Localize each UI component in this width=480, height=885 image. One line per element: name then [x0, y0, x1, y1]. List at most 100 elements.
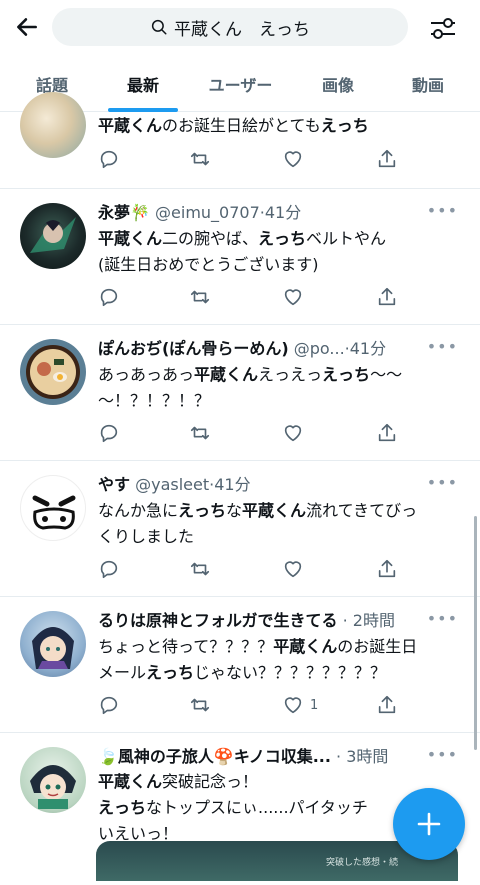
like-button[interactable] — [282, 147, 304, 171]
tweet-actions — [98, 421, 398, 445]
tab-videos[interactable]: 動画 — [388, 56, 468, 112]
search-settings-button[interactable] — [426, 12, 460, 44]
reply-icon — [100, 696, 118, 715]
retweet-button[interactable] — [188, 421, 212, 445]
like-button[interactable] — [282, 421, 304, 445]
reply-icon — [100, 424, 118, 443]
tweet-text: あっあっあっ平蔵くんえっえっえっち〜〜 〜！？！？！？ — [98, 365, 403, 410]
compose-plus-icon — [417, 812, 441, 836]
tab-people[interactable]: ユーザー — [193, 56, 288, 112]
tweet-text: ちょっと待って？？？？平蔵くんのお誕生日 メールえっちじゃない？？？？？？？？ — [98, 637, 418, 682]
retweet-icon — [190, 152, 210, 166]
retweet-button[interactable] — [188, 693, 212, 717]
reply-button[interactable] — [98, 421, 120, 445]
more-icon[interactable]: ••• — [427, 201, 458, 220]
more-icon[interactable]: ••• — [427, 609, 458, 628]
tweet[interactable]: 平蔵くんのお誕生日絵がとてもえっち — [0, 92, 480, 189]
share-button[interactable] — [376, 421, 398, 445]
tweet-header: るりは原神とフォルガで生きてる · 2時間 — [98, 611, 395, 630]
avatar[interactable] — [20, 475, 86, 541]
display-name[interactable]: 🍃風神の子旅人🍄キノコ収集... — [98, 747, 331, 766]
share-icon — [378, 149, 396, 168]
handle[interactable]: @eimu_0707 — [155, 203, 260, 222]
compose-tweet-button[interactable] — [393, 788, 465, 860]
avatar[interactable] — [20, 92, 86, 158]
like-button[interactable] — [282, 557, 304, 581]
avatar[interactable] — [20, 611, 86, 677]
search-input[interactable]: 平蔵くん えっち — [52, 8, 408, 46]
like-count: 1 — [310, 697, 319, 713]
avatar[interactable] — [20, 747, 86, 813]
tweet-actions — [98, 285, 398, 309]
share-button[interactable] — [376, 147, 398, 171]
retweet-button[interactable] — [188, 557, 212, 581]
tweet[interactable]: 永夢🎋 @eimu_0707·41分 ••• 平蔵くん二の腕やば、えっちベルトや… — [0, 189, 480, 325]
back-button[interactable] — [12, 12, 42, 42]
reply-button[interactable] — [98, 285, 120, 309]
tweet-header: やす @yasleet·41分 — [98, 475, 251, 494]
timestamp[interactable]: 41分 — [350, 339, 386, 358]
reply-button[interactable] — [98, 147, 120, 171]
timestamp[interactable]: 2時間 — [353, 611, 395, 630]
retweet-button[interactable] — [188, 147, 212, 171]
display-name[interactable]: るりは原神とフォルガで生きてる — [98, 611, 338, 630]
more-icon[interactable]: ••• — [427, 337, 458, 356]
top-bar: 平蔵くん えっち — [0, 0, 480, 56]
avatar[interactable] — [20, 203, 86, 269]
media-caption: 突破した感想・続 — [326, 858, 399, 868]
tweet[interactable]: ぽんおぢ(ぽん骨らーめん) @po...·41分 ••• あっあっあっ平蔵くんえ… — [0, 325, 480, 461]
tweet-actions — [98, 147, 398, 171]
reply-icon — [100, 150, 118, 169]
like-icon — [284, 289, 302, 306]
tab-photos[interactable]: 画像 — [298, 56, 378, 112]
display-name[interactable]: ぽんおぢ(ぽん骨らーめん) — [98, 339, 289, 358]
retweet-icon — [190, 290, 210, 304]
tweet-actions: 1 — [98, 693, 398, 717]
like-button[interactable]: 1 — [282, 693, 318, 717]
display-name[interactable]: やす — [98, 475, 130, 494]
timestamp[interactable]: 41分 — [265, 203, 301, 222]
timestamp[interactable]: 41分 — [214, 475, 250, 494]
retweet-button[interactable] — [188, 285, 212, 309]
like-icon — [284, 697, 302, 714]
scrollbar[interactable] — [474, 516, 477, 750]
tab-latest[interactable]: 最新 — [103, 56, 183, 112]
tweet-header: 永夢🎋 @eimu_0707·41分 — [98, 203, 302, 222]
tweet-text: なんか急にえっちな平蔵くん流れてきてびっ くりしました — [98, 501, 418, 546]
search-query: 平蔵くん えっち — [174, 19, 310, 40]
tweet-text: 平蔵くん二の腕やば、えっちベルトやん (誕生日おめでとうございます) — [98, 229, 387, 274]
tweet-header: ぽんおぢ(ぽん骨らーめん) @po...·41分 — [98, 339, 387, 358]
avatar[interactable] — [20, 339, 86, 405]
retweet-icon — [190, 698, 210, 712]
like-icon — [284, 561, 302, 578]
retweet-icon — [190, 426, 210, 440]
share-button[interactable] — [376, 693, 398, 717]
tweet-header: 🍃風神の子旅人🍄キノコ収集... · 3時間 — [98, 747, 389, 766]
reply-button[interactable] — [98, 557, 120, 581]
share-icon — [378, 287, 396, 306]
search-icon — [151, 19, 167, 35]
share-button[interactable] — [376, 557, 398, 581]
like-button[interactable] — [282, 285, 304, 309]
display-name[interactable]: 永夢🎋 — [98, 203, 150, 222]
share-icon — [378, 423, 396, 442]
retweet-icon — [190, 562, 210, 576]
share-icon — [378, 695, 396, 714]
handle[interactable]: @po... — [294, 339, 345, 358]
handle[interactable]: @yasleet — [135, 475, 209, 494]
filter-icon — [431, 18, 455, 39]
reply-button[interactable] — [98, 693, 120, 717]
share-icon — [378, 559, 396, 578]
tweet-text: 平蔵くんのお誕生日絵がとてもえっち — [98, 116, 369, 135]
more-icon[interactable]: ••• — [427, 745, 458, 764]
reply-icon — [100, 560, 118, 579]
like-icon — [284, 425, 302, 442]
more-icon[interactable]: ••• — [427, 473, 458, 492]
share-button[interactable] — [376, 285, 398, 309]
back-arrow-icon — [17, 18, 37, 36]
tweet[interactable]: るりは原神とフォルガで生きてる · 2時間 ••• ちょっと待って？？？？平蔵く… — [0, 597, 480, 733]
like-icon — [284, 151, 302, 168]
timestamp[interactable]: 3時間 — [346, 747, 388, 766]
tweet-actions — [98, 557, 398, 581]
tweet[interactable]: やす @yasleet·41分 ••• なんか急にえっちな平蔵くん流れてきてびっ… — [0, 461, 480, 597]
